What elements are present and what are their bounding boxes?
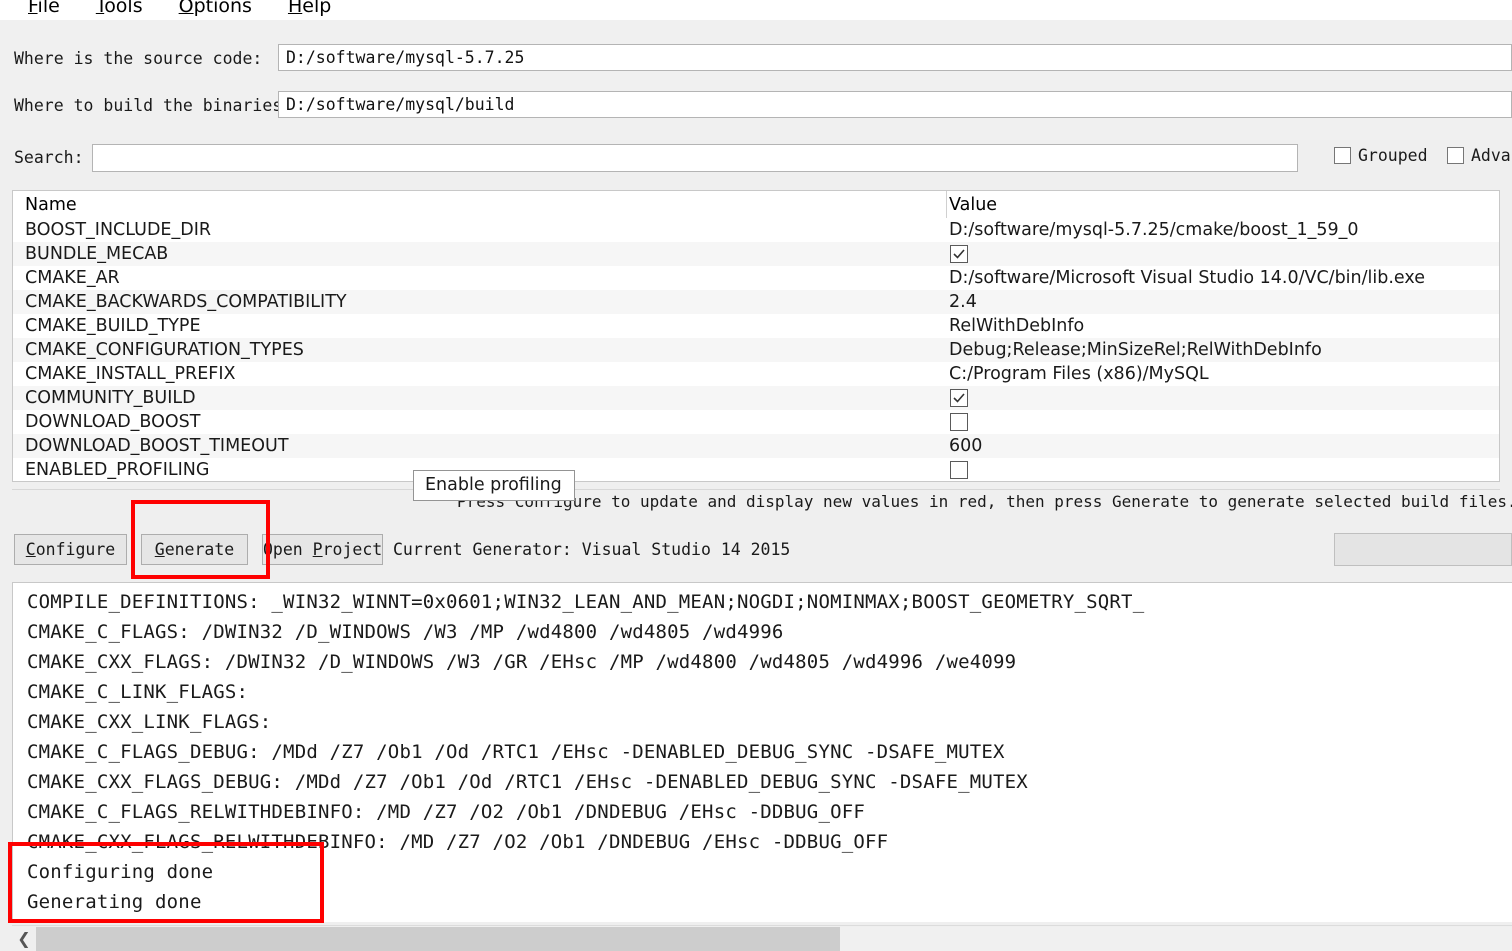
cache-variable-name: DOWNLOAD_BOOST_TIMEOUT [25, 436, 289, 456]
build-binaries-input[interactable]: D:/software/mysql/build [278, 91, 1512, 118]
advanced-checkbox-group[interactable]: Advan [1447, 146, 1512, 165]
log-line: CMAKE_CXX_FLAGS_RELWITHDEBINFO: /MD /Z7 … [27, 831, 889, 853]
table-row[interactable]: CMAKE_BUILD_TYPE RelWithDebInfo [13, 314, 1499, 338]
log-line: CMAKE_C_FLAGS_DEBUG: /MDd /Z7 /Ob1 /Od /… [27, 741, 1005, 763]
table-row[interactable]: CMAKE_BACKWARDS_COMPATIBILITY 2.4 [13, 290, 1499, 314]
cache-variable-name: CMAKE_BACKWARDS_COMPATIBILITY [25, 292, 347, 312]
column-header-name[interactable]: Name [25, 195, 77, 215]
table-row[interactable]: COMMUNITY_BUILD [13, 386, 1499, 410]
log-line: Configuring done [27, 861, 214, 883]
menu-item-tools[interactable]: Tools [78, 0, 161, 20]
table-row[interactable]: CMAKE_INSTALL_PREFIX C:/Program Files (x8… [13, 362, 1499, 386]
cache-variable-name: CMAKE_BUILD_TYPE [25, 316, 201, 336]
scrollbar-thumb[interactable] [36, 927, 840, 951]
cache-variable-value: 600 [949, 436, 983, 456]
cache-variable-value: C:/Program Files (x86)/MySQL [949, 364, 1209, 384]
table-row[interactable]: DOWNLOAD_BOOST_TIMEOUT 600 [13, 434, 1499, 458]
log-line: COMPILE_DEFINITIONS: _WIN32_WINNT=0x0601… [27, 591, 1145, 613]
cache-variable-name: CMAKE_CONFIGURATION_TYPES [25, 340, 304, 360]
grouped-checkbox-label: Grouped [1358, 146, 1428, 165]
log-line: Generating done [27, 891, 202, 913]
log-line: CMAKE_CXX_FLAGS_DEBUG: /MDd /Z7 /Ob1 /Od… [27, 771, 1028, 793]
grouped-checkbox-group[interactable]: Grouped [1334, 146, 1428, 165]
search-label: Search: [14, 148, 84, 167]
enable-profiling-tooltip: Enable profiling [413, 470, 575, 501]
advanced-checkbox[interactable] [1447, 147, 1464, 164]
table-row[interactable]: CMAKE_AR D:/software/Microsoft Visual Stu… [13, 266, 1499, 290]
cache-variable-name: CMAKE_INSTALL_PREFIX [25, 364, 236, 384]
table-row[interactable]: DOWNLOAD_BOOST [13, 410, 1499, 434]
cache-variable-name: CMAKE_AR [25, 268, 120, 288]
table-body: BOOST_INCLUDE_DIR D:/software/mysql-5.7.2… [13, 218, 1499, 481]
search-row: Search: Grouped Advan [0, 143, 1512, 173]
menu-bar: File Tools Options Help [0, 0, 1512, 20]
hint-separator [12, 489, 1500, 490]
source-code-input[interactable]: D:/software/mysql-5.7.25 [278, 44, 1512, 71]
cache-variable-name: ENABLED_PROFILING [25, 460, 210, 480]
column-header-value[interactable]: Value [949, 195, 997, 215]
value-checkbox-checked[interactable] [950, 389, 968, 407]
log-line: CMAKE_C_FLAGS_RELWITHDEBINFO: /MD /Z7 /O… [27, 801, 866, 823]
build-binaries-label: Where to build the binaries: [14, 95, 293, 115]
configure-button[interactable]: Configure [14, 534, 127, 565]
horizontal-scrollbar[interactable]: ❮ [12, 925, 1512, 951]
cache-variable-value: D:/software/mysql-5.7.25/cmake/boost_1_5… [949, 220, 1359, 240]
advanced-checkbox-label: Advan [1471, 146, 1512, 165]
search-input[interactable] [92, 144, 1298, 172]
value-checkbox-unchecked[interactable] [950, 461, 968, 479]
table-row[interactable]: BUNDLE_MECAB [13, 242, 1499, 266]
cache-variable-name: COMMUNITY_BUILD [25, 388, 196, 408]
progress-bar [1334, 533, 1512, 566]
cache-variable-name: BUNDLE_MECAB [25, 244, 169, 264]
table-row[interactable]: ENABLED_PROFILING [13, 458, 1499, 481]
column-divider [946, 191, 947, 218]
table-row[interactable]: CMAKE_CONFIGURATION_TYPES Debug;Release;M… [13, 338, 1499, 362]
log-line: CMAKE_C_FLAGS: /DWIN32 /D_WINDOWS /W3 /M… [27, 621, 784, 643]
cache-variable-value: RelWithDebInfo [949, 316, 1085, 336]
hint-text: Press Configure to update and display ne… [457, 492, 1512, 511]
cache-variable-name: BOOST_INCLUDE_DIR [25, 220, 212, 240]
value-checkbox-unchecked[interactable] [950, 413, 968, 431]
generate-button[interactable]: Generate [141, 534, 248, 565]
table-header-row: Name Value [13, 191, 1499, 218]
source-code-label: Where is the source code: [14, 48, 263, 68]
current-generator-label: Current Generator: Visual Studio 14 2015 [393, 540, 791, 559]
cache-variable-name: DOWNLOAD_BOOST [25, 412, 201, 432]
menu-item-options[interactable]: Options [161, 0, 270, 20]
open-project-button[interactable]: Open Project [262, 534, 383, 565]
scrollbar-track[interactable] [840, 927, 1512, 951]
log-line: CMAKE_CXX_LINK_FLAGS: [27, 711, 272, 733]
value-checkbox-checked[interactable] [950, 245, 968, 263]
log-line: CMAKE_C_LINK_FLAGS: [27, 681, 249, 703]
log-output-panel[interactable]: COMPILE_DEFINITIONS: _WIN32_WINNT=0x0601… [12, 582, 1512, 922]
cache-variable-value: D:/software/Microsoft Visual Studio 14.0… [949, 268, 1425, 288]
path-form-area: Where is the source code: Where to build… [0, 20, 1512, 140]
cache-variable-table[interactable]: Name Value BOOST_INCLUDE_DIR D:/software/… [12, 190, 1500, 482]
cache-variable-value: Debug;Release;MinSizeRel;RelWithDebInfo [949, 340, 1322, 360]
grouped-checkbox[interactable] [1334, 147, 1351, 164]
log-line: CMAKE_CXX_FLAGS: /DWIN32 /D_WINDOWS /W3 … [27, 651, 1017, 673]
menu-item-file[interactable]: File [10, 0, 78, 20]
cache-variable-value: 2.4 [949, 292, 977, 312]
table-row[interactable]: BOOST_INCLUDE_DIR D:/software/mysql-5.7.2… [13, 218, 1499, 242]
menu-item-help[interactable]: Help [270, 0, 349, 20]
scroll-left-arrow-icon[interactable]: ❮ [12, 926, 36, 951]
